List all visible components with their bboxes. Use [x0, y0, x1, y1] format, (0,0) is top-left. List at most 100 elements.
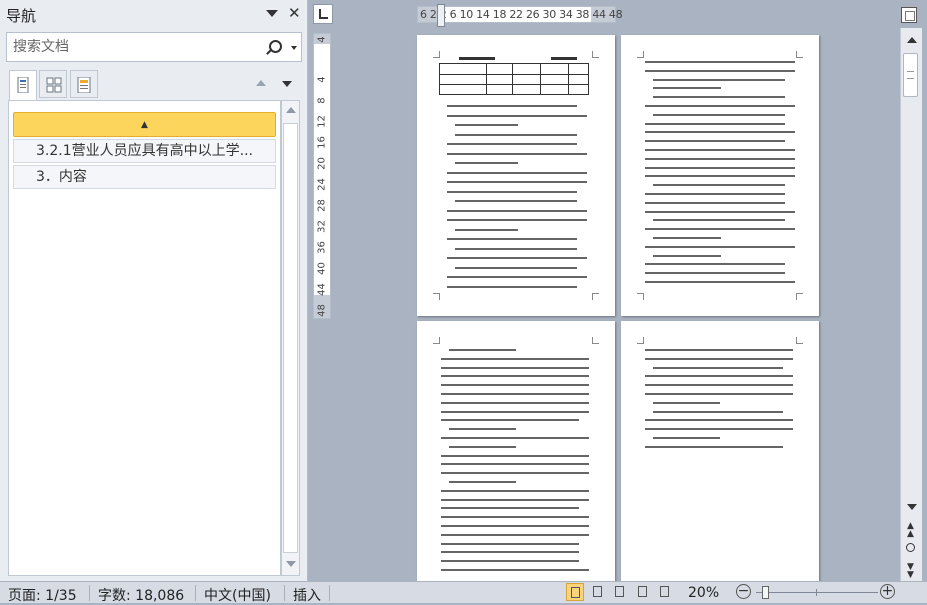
document-outline: ▲ 3.2.1营业人员应具有高中以上学... 3．内容 [8, 100, 281, 576]
text-line [645, 393, 793, 395]
nav-options-dropdown-icon[interactable] [266, 10, 278, 17]
next-page-icon[interactable]: ▼ ▼ [907, 563, 914, 580]
status-bar: 页面: 1/35 字数: 18,086 中文(中国) 插入 20% − + [0, 581, 927, 605]
outline-view-button[interactable] [634, 583, 652, 601]
text-line [645, 61, 795, 63]
next-heading-icon[interactable] [282, 81, 292, 87]
indent-marker[interactable] [437, 4, 445, 27]
zoom-slider-thumb[interactable] [762, 586, 769, 599]
document-page[interactable] [621, 321, 819, 583]
scroll-up-arrow-icon[interactable] [286, 107, 296, 113]
previous-page-icon[interactable]: ▲ ▲ [907, 522, 914, 539]
tab-browse-headings[interactable] [9, 70, 37, 100]
text-line [441, 542, 579, 545]
outline-item-heading[interactable]: 3.2.1营业人员应具有高中以上学... [13, 139, 276, 163]
zoom-slider-track[interactable] [756, 592, 878, 593]
tab-selector-button[interactable] [313, 4, 333, 24]
page-count-status[interactable]: 页面: 1/35 [8, 585, 77, 605]
document-page[interactable] [621, 35, 819, 316]
text-line [645, 384, 793, 387]
previous-heading-icon[interactable] [256, 80, 266, 86]
text-line [449, 428, 516, 431]
horizontal-ruler[interactable]: 6 2 2 6 10 14 18 22 26 30 34 38 44 48 [417, 6, 623, 23]
language-status[interactable]: 中文(中国) [204, 585, 271, 605]
crop-mark [433, 337, 440, 344]
text-line [645, 419, 793, 422]
crop-mark [592, 293, 599, 300]
collapse-icon[interactable]: ▲ [141, 120, 148, 130]
vertical-ruler-tick: 16 [316, 136, 328, 149]
text-line [645, 193, 785, 195]
text-line [645, 149, 795, 151]
text-line [441, 393, 589, 395]
text-line [441, 454, 589, 457]
text-line [441, 498, 589, 501]
status-divider [195, 585, 196, 601]
search-results-icon [77, 77, 91, 93]
reading-view-icon [593, 586, 602, 597]
crop-mark [637, 51, 644, 58]
outline-scrollbar[interactable] [281, 100, 300, 576]
crop-mark [592, 337, 599, 344]
view-ruler-icon[interactable] [901, 7, 917, 23]
outline-scroll-thumb[interactable] [283, 123, 298, 553]
tab-browse-results[interactable] [70, 70, 98, 98]
text-line [653, 437, 720, 439]
status-divider [329, 585, 330, 601]
search-options-chevron-icon[interactable] [291, 46, 297, 50]
table-rule [512, 64, 513, 94]
document-scroll-thumb[interactable] [903, 53, 918, 97]
text-line [653, 366, 783, 369]
header-table [439, 63, 589, 95]
tab-browse-pages[interactable] [39, 70, 67, 98]
zoom-level[interactable]: 20% [688, 585, 719, 601]
text-line [645, 69, 795, 72]
vertical-ruler-tick: 48 [316, 304, 328, 317]
vertical-ruler-tick: 28 [316, 199, 328, 212]
text-line [447, 209, 587, 212]
select-browse-object-icon[interactable] [906, 543, 915, 552]
vertical-ruler[interactable]: 4 4 8 12 16 20 24 28 32 36 40 44 48 [313, 33, 331, 319]
scroll-down-arrow-icon[interactable] [907, 504, 917, 510]
vertical-ruler-tick: 8 [316, 97, 328, 104]
search-box[interactable] [6, 32, 302, 62]
document-page[interactable] [417, 321, 615, 583]
full-screen-reading-button[interactable] [589, 583, 607, 601]
nav-close-icon[interactable]: ✕ [288, 4, 301, 22]
crop-mark [433, 51, 440, 58]
scroll-down-arrow-icon[interactable] [286, 561, 296, 567]
zoom-out-button[interactable]: − [736, 584, 751, 599]
horizontal-ruler-ticks: 6 2 2 6 10 14 18 22 26 30 34 38 44 48 [420, 8, 623, 21]
crop-mark [433, 293, 440, 300]
table-rule [540, 64, 541, 94]
text-line [653, 113, 785, 116]
page-header-text [459, 57, 495, 60]
text-line [441, 463, 589, 466]
text-line [645, 131, 795, 134]
document-page[interactable] [417, 35, 615, 316]
text-line [645, 349, 793, 351]
draft-view-button[interactable] [656, 583, 674, 601]
search-input[interactable] [11, 38, 260, 56]
table-rule [568, 64, 569, 94]
text-line [645, 140, 785, 143]
text-line [447, 143, 577, 145]
headings-icon [17, 77, 29, 93]
word-count-status[interactable]: 字数: 18,086 [98, 585, 184, 605]
text-line [449, 349, 516, 351]
insert-mode-status[interactable]: 插入 [293, 585, 321, 605]
scroll-up-arrow-icon[interactable] [907, 37, 917, 43]
print-layout-view-button[interactable] [566, 583, 584, 601]
text-line [441, 384, 589, 387]
vertical-ruler-tick: 40 [316, 262, 328, 275]
document-vertical-scrollbar[interactable]: ▲ ▲ ▼ ▼ [900, 28, 922, 581]
web-layout-button[interactable] [611, 583, 629, 601]
outline-item-current[interactable]: ▲ [13, 112, 276, 137]
search-icon[interactable] [269, 40, 282, 53]
text-line [645, 105, 795, 107]
text-line [645, 445, 783, 448]
zoom-in-button[interactable]: + [880, 584, 895, 599]
text-line [645, 157, 795, 160]
text-line [645, 428, 793, 431]
outline-item-heading[interactable]: 3．内容 [13, 165, 276, 189]
